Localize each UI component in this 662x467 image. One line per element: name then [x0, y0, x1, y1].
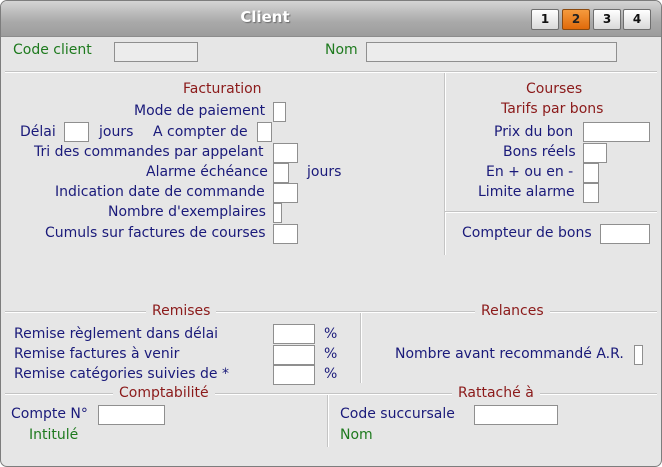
bons-reels-field[interactable]: [583, 143, 607, 163]
divider-compteur-highlight: [445, 212, 657, 213]
delai-jours-label: jours: [99, 124, 134, 140]
code-succursale-label: Code succursale: [340, 406, 455, 422]
window-title: Client: [240, 8, 290, 26]
en-plus-moins-field[interactable]: [583, 163, 599, 183]
code-succursale-field[interactable]: [474, 405, 558, 425]
remise-categories-pct: %: [324, 366, 338, 382]
delai-label: Délai: [20, 124, 56, 140]
indication-date-label: Indication date de commande: [55, 184, 265, 200]
alarme-jours-label: jours: [307, 164, 342, 180]
tarifs-bons-subtitle: Tarifs par bons: [501, 101, 604, 117]
nombre-avant-recommande-label: Nombre avant recommandé A.R.: [395, 346, 624, 362]
compte-no-field[interactable]: [98, 405, 165, 425]
comptabilite-title: Comptabilité: [113, 385, 215, 402]
tab-4[interactable]: 4: [623, 9, 651, 30]
divider-remises-highlight: [5, 312, 657, 313]
cumuls-factures-label: Cumuls sur factures de courses: [45, 225, 266, 241]
relances-title: Relances: [475, 303, 550, 320]
prix-bon-field[interactable]: [583, 122, 650, 142]
divider-comptabilite-highlight: [5, 394, 657, 395]
code-client-label: Code client: [13, 42, 92, 58]
remise-reglement-pct: %: [324, 326, 338, 342]
courses-title: Courses: [526, 81, 583, 97]
bons-reels-label: Bons réels: [503, 144, 576, 160]
indication-date-field[interactable]: [273, 183, 298, 203]
remise-categories-field[interactable]: [273, 365, 315, 385]
limite-alarme-field[interactable]: [583, 183, 599, 203]
tab-2[interactable]: 2: [562, 9, 590, 30]
divider-relances-vertical-highlight: [361, 313, 362, 383]
title-bar: Client 1 2 3 4: [1, 1, 661, 37]
alarme-echeance-field[interactable]: [273, 163, 289, 183]
tri-commandes-label: Tri des commandes par appelant: [34, 144, 264, 160]
tab-1[interactable]: 1: [531, 9, 559, 30]
remise-reglement-field[interactable]: [273, 324, 315, 344]
client-window: Client 1 2 3 4 Code client Nom Facturati…: [0, 0, 662, 467]
compteur-bons-label: Compteur de bons: [462, 225, 592, 241]
mode-paiement-label: Mode de paiement: [134, 103, 266, 119]
limite-alarme-label: Limite alarme: [478, 184, 575, 200]
remises-title: Remises: [146, 303, 217, 320]
remise-factures-field[interactable]: [273, 345, 315, 365]
cumuls-factures-field[interactable]: [273, 224, 298, 244]
nombre-exemplaires-label: Nombre d'exemplaires: [108, 204, 266, 220]
mode-paiement-field[interactable]: [273, 102, 286, 122]
divider-top-highlight: [5, 72, 657, 73]
prix-bon-label: Prix du bon: [494, 124, 574, 140]
compte-no-label: Compte N°: [11, 406, 88, 422]
divider-courses-vertical-highlight: [445, 73, 446, 255]
tri-commandes-field[interactable]: [273, 143, 298, 163]
code-client-field[interactable]: [114, 42, 198, 62]
nom-label: Nom: [325, 42, 358, 58]
remise-reglement-label: Remise règlement dans délai: [14, 326, 219, 342]
remise-factures-pct: %: [324, 346, 338, 362]
tab-3[interactable]: 3: [593, 9, 621, 30]
nom-field[interactable]: [366, 42, 617, 62]
rattache-nom-label: Nom: [340, 427, 373, 443]
facturation-title: Facturation: [183, 81, 262, 97]
nombre-exemplaires-field[interactable]: [273, 203, 282, 223]
a-compter-de-field[interactable]: [257, 122, 272, 142]
nombre-avant-recommande-field[interactable]: [634, 345, 643, 365]
rattache-title: Rattaché à: [452, 385, 540, 402]
alarme-echeance-label: Alarme échéance: [146, 164, 268, 180]
remise-factures-label: Remise factures à venir: [14, 346, 180, 362]
divider-rattache-vertical-highlight: [328, 395, 329, 447]
remise-categories-label: Remise catégories suivies de *: [14, 366, 229, 382]
en-plus-moins-label: En + ou en -: [486, 164, 574, 180]
intitule-label: Intitulé: [29, 427, 79, 443]
delai-field[interactable]: [64, 122, 89, 142]
compteur-bons-field[interactable]: [600, 224, 650, 244]
a-compter-de-label: A compter de: [153, 124, 248, 140]
